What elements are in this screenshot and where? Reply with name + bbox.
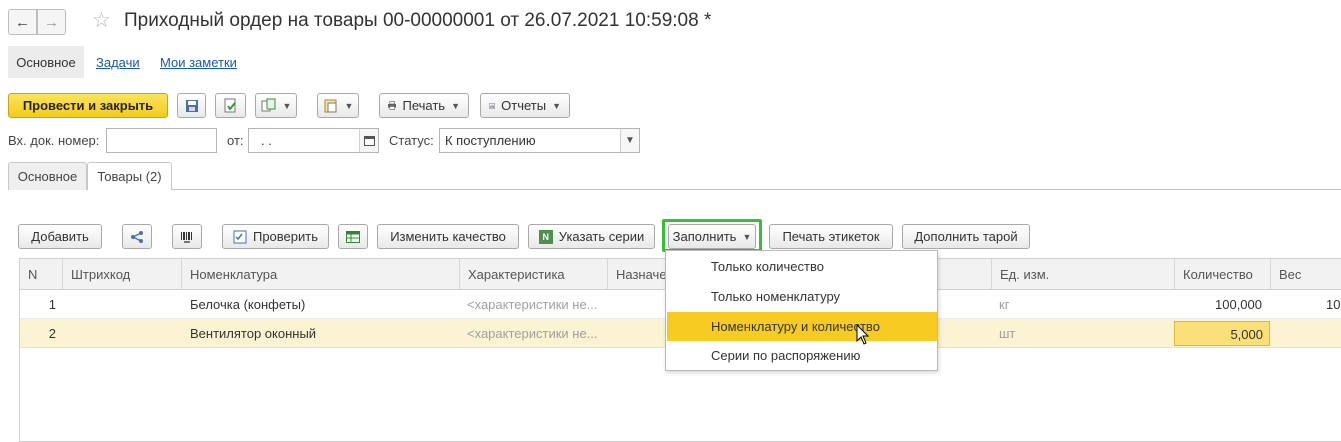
row-item[interactable]: Вентилятор оконный: [190, 326, 450, 341]
incoming-doc-number-field[interactable]: [106, 128, 217, 153]
create-based-on-button[interactable]: ▼: [255, 93, 297, 118]
menu-item-items-and-quantity[interactable]: Номенклатуру и количество: [667, 312, 937, 341]
calendar-button[interactable]: [359, 128, 379, 153]
documents-icon: [324, 99, 337, 112]
back-button[interactable]: ←: [8, 9, 37, 35]
create-based-icon: [261, 98, 276, 111]
row-quantity[interactable]: 100,000: [1174, 297, 1262, 312]
row-weight[interactable]: 10: [1326, 297, 1341, 312]
row-unit[interactable]: шт: [999, 326, 1099, 341]
incoming-doc-number-label: Вх. док. номер:: [8, 133, 100, 148]
table-icon: [346, 230, 360, 243]
col-header-barcode[interactable]: Штрихкод: [62, 258, 182, 290]
caret-down-icon: ▼: [552, 100, 561, 111]
post-document-icon: [224, 98, 236, 112]
reports-label: Отчеты: [501, 98, 547, 113]
row-characteristic[interactable]: <характеристики не...: [467, 297, 602, 312]
date-field[interactable]: . .: [248, 128, 360, 153]
post-and-close-button[interactable]: Провести и закрыть: [8, 93, 168, 118]
row-item[interactable]: Белочка (конфеты): [190, 297, 450, 312]
set-series-label: Указать серии: [558, 229, 645, 244]
reports-button[interactable]: Отчеты ▼: [480, 93, 570, 118]
caret-down-icon: ▼: [344, 100, 354, 111]
printer-icon: [388, 101, 397, 110]
barcode-button[interactable]: [172, 224, 202, 249]
check-button[interactable]: Проверить: [222, 224, 329, 249]
row-characteristic[interactable]: <характеристики не...: [467, 326, 602, 341]
col-header-unit[interactable]: Ед. изм.: [991, 258, 1174, 290]
add-container-button[interactable]: Дополнить тарой: [902, 224, 1030, 249]
report-icon: [489, 102, 495, 109]
col-header-quantity[interactable]: Количество: [1174, 258, 1271, 290]
col-header-purpose[interactable]: Назначе: [607, 258, 665, 290]
set-series-button[interactable]: N Указать серии: [528, 224, 655, 249]
attachments-button[interactable]: ▼: [317, 93, 359, 118]
status-dropdown-button[interactable]: ▼: [620, 128, 640, 153]
mouse-pointer-icon: [856, 324, 870, 345]
share-icon: [131, 230, 143, 243]
menu-item-quantity-only[interactable]: Только количество: [667, 252, 937, 281]
star-icon[interactable]: ☆: [92, 8, 111, 33]
section-main[interactable]: Основное: [8, 46, 84, 78]
barcode-scanner-icon: [181, 231, 192, 243]
fill-button-highlight: [662, 219, 762, 252]
floppy-disk-icon: [185, 99, 198, 112]
tab-goods[interactable]: Товары (2): [87, 162, 172, 190]
fill-dropdown-menu: Только количество Только номенклатуру Но…: [665, 250, 938, 371]
date-from-label: от:: [227, 133, 244, 148]
col-header-n[interactable]: N: [20, 258, 62, 290]
tab-divider: [8, 189, 1341, 190]
row-number: 1: [48, 297, 56, 312]
link-tasks[interactable]: Задачи: [96, 55, 140, 70]
caret-down-icon: ▼: [625, 135, 635, 146]
forward-button[interactable]: →: [37, 9, 66, 35]
status-select[interactable]: К поступлению: [439, 128, 621, 153]
table-settings-button[interactable]: [338, 224, 368, 249]
check-label: Проверить: [252, 229, 318, 244]
number-sign-icon: N: [538, 229, 553, 244]
arrow-left-icon: ←: [15, 13, 30, 31]
print-button[interactable]: Печать ▼: [379, 93, 469, 118]
print-label: Печать: [402, 98, 446, 113]
calendar-icon: [363, 136, 375, 146]
row-number: 2: [48, 326, 56, 341]
share-button[interactable]: [122, 224, 152, 249]
row-unit[interactable]: кг: [999, 297, 1099, 312]
link-my-notes[interactable]: Мои заметки: [160, 55, 237, 70]
caret-down-icon: ▼: [451, 100, 460, 111]
quantity-input[interactable]: 5,000: [1174, 321, 1270, 346]
print-labels-button[interactable]: Печать этикеток: [769, 224, 893, 249]
menu-item-items-only[interactable]: Только номенклатуру: [667, 282, 937, 311]
col-header-weight[interactable]: Вес: [1270, 258, 1341, 290]
add-button[interactable]: Добавить: [18, 224, 102, 249]
col-header-item[interactable]: Номенклатура: [181, 258, 460, 290]
caret-down-icon: ▼: [282, 100, 292, 111]
col-header-characteristic[interactable]: Характеристика: [459, 258, 608, 290]
menu-item-series-by-order[interactable]: Серии по распоряжению: [667, 341, 937, 370]
checklist-icon: [233, 230, 247, 243]
post-button[interactable]: [215, 93, 246, 118]
change-quality-button[interactable]: Изменить качество: [377, 224, 519, 249]
save-button[interactable]: [177, 93, 206, 118]
status-label: Статус:: [389, 133, 434, 148]
tab-main[interactable]: Основное: [8, 162, 87, 190]
window-title: Приходный ордер на товары 00-00000001 от…: [124, 10, 712, 31]
arrow-right-icon: →: [44, 13, 59, 31]
